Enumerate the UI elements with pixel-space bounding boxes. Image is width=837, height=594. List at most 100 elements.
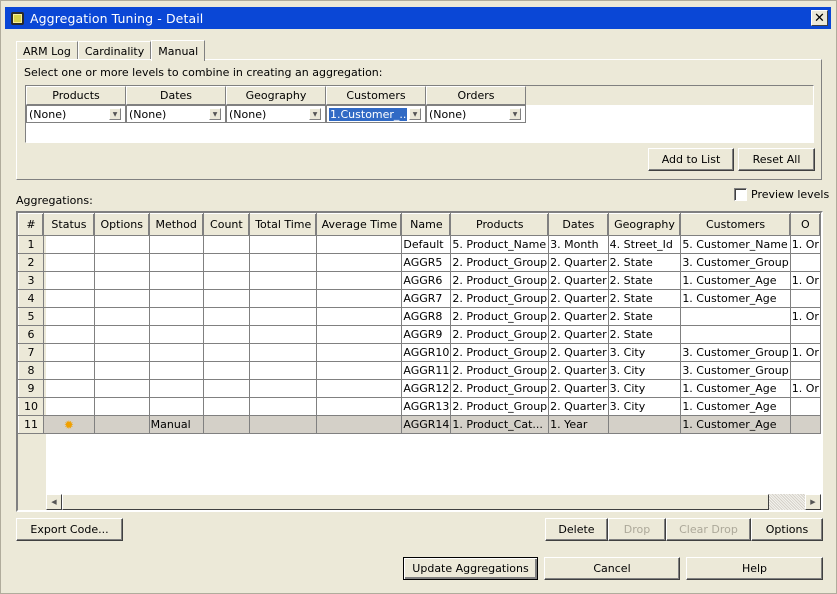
cell-geography[interactable]: 4. Street_Id bbox=[607, 235, 682, 254]
cell-options[interactable] bbox=[93, 235, 150, 254]
column-header[interactable]: Name bbox=[401, 213, 452, 236]
cell-method[interactable] bbox=[148, 379, 204, 398]
cell-total-time[interactable] bbox=[249, 379, 318, 398]
cell-geography[interactable]: 3. City bbox=[607, 397, 682, 416]
close-button[interactable]: ✕ bbox=[811, 10, 828, 26]
cell-options[interactable] bbox=[93, 307, 150, 326]
cell-status[interactable] bbox=[43, 361, 95, 380]
cell-method[interactable] bbox=[148, 235, 204, 254]
cell-count[interactable] bbox=[202, 271, 251, 290]
cell-average-time[interactable] bbox=[316, 235, 403, 254]
row-number[interactable]: 8 bbox=[18, 361, 45, 380]
options-button[interactable]: Options bbox=[751, 518, 823, 541]
tab-manual[interactable]: Manual bbox=[151, 40, 206, 61]
cell-orders[interactable] bbox=[789, 415, 821, 434]
cell-average-time[interactable] bbox=[316, 289, 403, 308]
customers-level-select[interactable]: 1.Customer_... ▼ bbox=[326, 105, 426, 123]
cell-average-time[interactable] bbox=[316, 253, 403, 272]
help-button[interactable]: Help bbox=[686, 557, 823, 580]
table-row[interactable]: 5 AGGR8 2. Product_Group 2. Quarter 2. State… bbox=[18, 307, 821, 326]
cell-dates[interactable]: 2. Quarter bbox=[548, 379, 609, 398]
add-to-list-button[interactable]: Add to List bbox=[648, 148, 734, 171]
scroll-left-icon[interactable]: ◀ bbox=[46, 494, 62, 510]
cell-customers[interactable]: 3. Customer_Group bbox=[680, 253, 791, 272]
row-number[interactable]: 2 bbox=[18, 253, 45, 272]
cell-status[interactable]: ✹ bbox=[43, 415, 95, 434]
cell-count[interactable] bbox=[202, 361, 251, 380]
chevron-down-icon[interactable]: ▼ bbox=[309, 108, 321, 120]
table-row[interactable]: 1 Default 5. Product_Name 3. Month 4. Street… bbox=[18, 235, 821, 254]
table-row[interactable]: 2 AGGR5 2. Product_Group 2. Quarter 2. State… bbox=[18, 253, 821, 272]
cell-average-time[interactable] bbox=[316, 361, 403, 380]
cell-average-time[interactable] bbox=[316, 325, 403, 344]
table-row[interactable]: 6 AGGR9 2. Product_Group 2. Quarter 2. State bbox=[18, 325, 821, 344]
column-header[interactable]: Dates bbox=[548, 213, 609, 236]
cell-total-time[interactable] bbox=[249, 307, 318, 326]
cell-products[interactable]: 2. Product_Group bbox=[450, 343, 550, 362]
cell-name[interactable]: Default bbox=[401, 235, 452, 254]
column-header[interactable]: O bbox=[789, 213, 821, 236]
update-aggregations-button[interactable]: Update Aggregations bbox=[403, 557, 538, 580]
cell-total-time[interactable] bbox=[249, 397, 318, 416]
cell-customers[interactable] bbox=[680, 325, 791, 344]
cell-average-time[interactable] bbox=[316, 271, 403, 290]
cell-dates[interactable]: 2. Quarter bbox=[548, 325, 609, 344]
cell-status[interactable] bbox=[43, 253, 95, 272]
orders-level-select[interactable]: (None) ▼ bbox=[426, 105, 526, 123]
cell-orders[interactable] bbox=[789, 361, 821, 380]
cell-options[interactable] bbox=[93, 361, 150, 380]
cell-customers[interactable]: 1. Customer_Age bbox=[680, 397, 791, 416]
chevron-down-icon[interactable]: ▼ bbox=[509, 108, 521, 120]
clear-drop-button[interactable]: Clear Drop bbox=[666, 518, 751, 541]
cell-name[interactable]: AGGR10 bbox=[401, 343, 452, 362]
column-header[interactable]: Customers bbox=[680, 213, 791, 236]
cell-geography[interactable]: 3. City bbox=[607, 379, 682, 398]
cell-orders[interactable] bbox=[789, 325, 821, 344]
column-header[interactable]: Average Time bbox=[316, 213, 403, 236]
geography-level-select[interactable]: (None) ▼ bbox=[226, 105, 326, 123]
cell-method[interactable] bbox=[148, 361, 204, 380]
cell-dates[interactable]: 3. Month bbox=[548, 235, 609, 254]
cell-method[interactable] bbox=[148, 325, 204, 344]
cell-total-time[interactable] bbox=[249, 415, 318, 434]
cell-count[interactable] bbox=[202, 397, 251, 416]
reset-all-button[interactable]: Reset All bbox=[738, 148, 815, 171]
table-row[interactable]: 3 AGGR6 2. Product_Group 2. Quarter 2. State… bbox=[18, 271, 821, 290]
column-header[interactable]: Options bbox=[93, 213, 150, 236]
row-number[interactable]: 5 bbox=[18, 307, 45, 326]
cell-name[interactable]: AGGR13 bbox=[401, 397, 452, 416]
export-code-button[interactable]: Export Code... bbox=[16, 518, 123, 541]
cell-customers[interactable]: 3. Customer_Group bbox=[680, 343, 791, 362]
cell-dates[interactable]: 2. Quarter bbox=[548, 253, 609, 272]
cell-options[interactable] bbox=[93, 397, 150, 416]
cell-products[interactable]: 5. Product_Name bbox=[450, 235, 550, 254]
cell-count[interactable] bbox=[202, 415, 251, 434]
cell-total-time[interactable] bbox=[249, 235, 318, 254]
table-row[interactable]: 9 AGGR12 2. Product_Group 2. Quarter 3. City… bbox=[18, 379, 821, 398]
row-number[interactable]: 10 bbox=[18, 397, 45, 416]
cell-count[interactable] bbox=[202, 307, 251, 326]
cell-geography[interactable]: 2. State bbox=[607, 271, 682, 290]
row-number[interactable]: 6 bbox=[18, 325, 45, 344]
cell-geography[interactable]: 3. City bbox=[607, 361, 682, 380]
cancel-button[interactable]: Cancel bbox=[544, 557, 680, 580]
row-number[interactable]: 7 bbox=[18, 343, 45, 362]
cell-name[interactable]: AGGR9 bbox=[401, 325, 452, 344]
chevron-down-icon[interactable]: ▼ bbox=[209, 108, 221, 120]
cell-method[interactable] bbox=[148, 343, 204, 362]
cell-options[interactable] bbox=[93, 271, 150, 290]
cell-total-time[interactable] bbox=[249, 289, 318, 308]
cell-products[interactable]: 2. Product_Group bbox=[450, 307, 550, 326]
column-header[interactable]: Status bbox=[43, 213, 95, 236]
tab-arm-log[interactable]: ARM Log bbox=[16, 41, 78, 60]
dates-level-select[interactable]: (None) ▼ bbox=[126, 105, 226, 123]
cell-method[interactable] bbox=[148, 397, 204, 416]
cell-options[interactable] bbox=[93, 325, 150, 344]
cell-status[interactable] bbox=[43, 397, 95, 416]
chevron-down-icon[interactable]: ▼ bbox=[109, 108, 121, 120]
column-header[interactable]: Geography bbox=[607, 213, 682, 236]
cell-dates[interactable]: 2. Quarter bbox=[548, 397, 609, 416]
cell-orders[interactable] bbox=[789, 289, 821, 308]
table-row[interactable]: 8 AGGR11 2. Product_Group 2. Quarter 3. City… bbox=[18, 361, 821, 380]
table-row[interactable]: 4 AGGR7 2. Product_Group 2. Quarter 2. State… bbox=[18, 289, 821, 308]
